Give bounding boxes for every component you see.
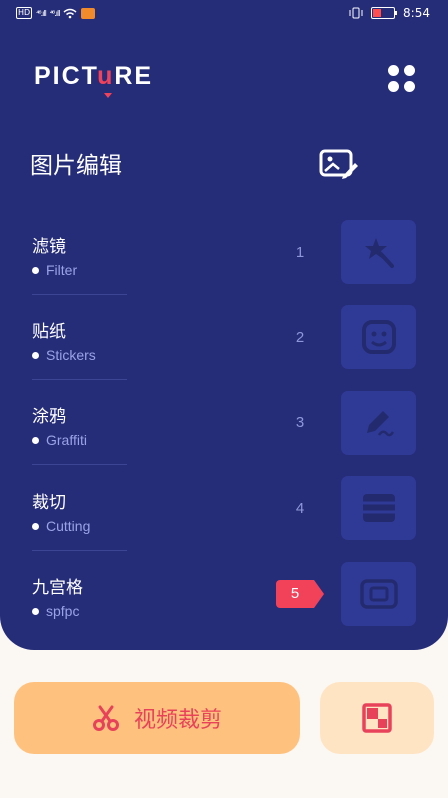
list-item-graffiti[interactable]: 涂鸦 Graffiti [32, 402, 127, 477]
wifi-icon [63, 8, 77, 18]
video-crop-button[interactable]: 视频裁剪 [14, 682, 300, 754]
section-title: 图片编辑 [30, 153, 122, 179]
pencil-icon [366, 411, 394, 437]
vibrate-icon [349, 7, 363, 19]
image-edit-icon[interactable] [319, 148, 359, 180]
stack-icon [362, 494, 395, 522]
notification-icon [81, 7, 96, 19]
collage-icon [362, 703, 392, 733]
clock: 8:54 [403, 6, 430, 20]
sticker-face-icon [361, 320, 396, 354]
video-crop-label: 视频裁剪 [133, 708, 222, 733]
list-item-filter[interactable]: 滤镜 Filter [32, 232, 127, 307]
frame-icon [359, 579, 398, 609]
battery-icon [371, 7, 398, 19]
signal-icon-2: ⁴⁶.ıll [49, 8, 61, 18]
active-item-badge: 5 [276, 580, 324, 608]
grid-tile[interactable] [341, 562, 416, 626]
list-item-stickers[interactable]: 贴纸 Stickers [32, 317, 127, 392]
hd-badge: HD [16, 7, 33, 19]
list-item-cutting[interactable]: 裁切 Cutting [32, 488, 127, 563]
status-bar: HD ⁴⁶.ıll ⁴⁶.ıll 8:54 [0, 0, 448, 30]
cutting-tile[interactable] [341, 476, 416, 540]
filter-tile[interactable] [341, 220, 416, 284]
item-number: 4 [295, 500, 305, 517]
item-number: 2 [295, 329, 305, 346]
item-number: 3 [295, 414, 305, 431]
collage-button[interactable] [320, 682, 434, 754]
scissors-icon [92, 705, 119, 731]
item-number: 1 [295, 244, 305, 261]
stickers-tile[interactable] [341, 305, 416, 369]
app-logo: PICTuRE [34, 62, 154, 90]
list-item-grid[interactable]: 九宫格 spfpc [32, 573, 127, 648]
star-wand-icon [364, 238, 394, 268]
grid-menu-icon[interactable] [385, 62, 417, 94]
signal-icon: ⁴⁶.ıll [36, 8, 47, 18]
graffiti-tile[interactable] [341, 391, 416, 455]
